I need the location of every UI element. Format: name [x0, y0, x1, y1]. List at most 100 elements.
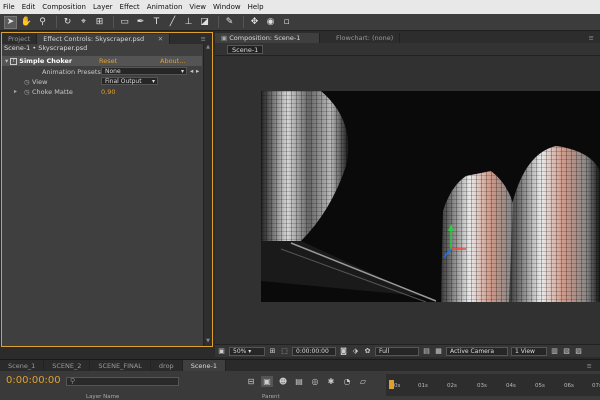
view-axis-icon[interactable]: ▫	[280, 16, 293, 29]
menu-window[interactable]: Window	[213, 3, 241, 11]
panel-tab-row: ▣ Composition: Scene-1 Flowchart: (none)…	[215, 32, 600, 43]
shy-layers-icon[interactable]: ☻	[277, 376, 289, 387]
menu-edit[interactable]: Edit	[22, 3, 36, 11]
selection-tool-icon[interactable]: ➤	[4, 15, 17, 29]
tab-project[interactable]: Project	[2, 34, 38, 44]
magnification-dropdown[interactable]: 50% ▾	[229, 346, 265, 356]
motion-blur-icon[interactable]: ◎	[309, 376, 321, 387]
stopwatch-icon[interactable]: ◷	[24, 88, 30, 96]
tab-drop[interactable]: drop	[151, 360, 183, 371]
disclosure-triangle-icon[interactable]: ▸	[14, 88, 17, 95]
snapshot-icon[interactable]: ◙	[339, 347, 348, 356]
time-ruler[interactable]: 0s 01s 02s 03s 04s 05s 06s 07s	[386, 374, 600, 396]
menu-composition[interactable]: Composition	[42, 3, 86, 11]
lock-icon[interactable]: ▣	[221, 34, 229, 42]
vertical-scrollbar[interactable]: ▲ ▼	[203, 44, 212, 346]
layer-name-column-header[interactable]: Layer Name	[86, 394, 119, 400]
flowchart-icon[interactable]: ▨	[574, 347, 583, 356]
menu-animation[interactable]: Animation	[147, 3, 183, 11]
panel-menu-icon[interactable]: ≡	[579, 360, 600, 371]
fast-previews-icon[interactable]: ▤	[422, 347, 431, 356]
pen-tool-icon[interactable]: ✒	[134, 16, 147, 29]
timeline-panel: 0:00:00:00 ⚲ ⊟ ▣ ☻ ▤ ◎ ✱ ◔ ▱ 0s 01s 02s …	[0, 371, 600, 400]
menu-help[interactable]: Help	[248, 3, 264, 11]
view-dropdown[interactable]: Final Output ▾	[101, 77, 158, 85]
timeline-current-time[interactable]: 0:00:00:00	[6, 375, 61, 386]
rectangle-tool-icon[interactable]: ▭	[118, 16, 131, 29]
preset-prev-icon[interactable]: ◂	[190, 67, 193, 75]
graph-editor-icon[interactable]: ◔	[341, 376, 353, 387]
fx-toggle-icon[interactable]: f	[10, 57, 18, 65]
parent-column-header[interactable]: Parent	[262, 394, 280, 400]
choke-matte-value[interactable]: 0,90	[101, 88, 115, 96]
current-time-field[interactable]: 0:00:00:00	[292, 346, 336, 356]
timeline-icon[interactable]: ▧	[562, 347, 571, 356]
clone-stamp-tool-icon[interactable]: ⊥	[182, 16, 195, 29]
animation-presets-dropdown[interactable]: None ▾	[101, 67, 187, 75]
eraser-tool-icon[interactable]: ◪	[198, 16, 211, 29]
camera-tool-icon[interactable]: ⌖	[77, 16, 90, 29]
zoom-value: 50%	[233, 347, 247, 355]
effect-controls-body: Scene-1 • Skyscraper.psd ▾ f Simple Chok…	[2, 44, 212, 346]
transparency-grid-icon[interactable]: ▦	[434, 347, 443, 356]
camera-dropdown[interactable]: Active Camera	[446, 346, 508, 356]
resolution-dropdown[interactable]: Full	[375, 346, 419, 356]
hand-tool-icon[interactable]: ✋	[20, 16, 33, 29]
scroll-up-icon[interactable]: ▲	[204, 44, 212, 52]
panel-tab-row: Project Effect Controls: Skyscraper.psd …	[2, 33, 212, 44]
axis-mode-icon[interactable]: ✥	[248, 16, 261, 29]
close-icon[interactable]: ✕	[158, 35, 163, 43]
safe-zones-icon[interactable]: ⊞	[268, 347, 277, 356]
disclosure-triangle-icon[interactable]: ▾	[5, 57, 8, 65]
stopwatch-icon[interactable]: ◷	[24, 78, 30, 86]
about-link[interactable]: About...	[160, 57, 185, 65]
preset-next-icon[interactable]: ▸	[196, 67, 199, 75]
tab-effect-controls[interactable]: Effect Controls: Skyscraper.psd ✕	[37, 34, 171, 44]
scroll-down-icon[interactable]: ▼	[204, 338, 212, 346]
region-of-interest-icon[interactable]: ⬚	[280, 347, 289, 356]
graph-icon[interactable]: ▱	[357, 376, 369, 387]
type-tool-icon[interactable]: T	[150, 16, 163, 29]
draft-3d-icon[interactable]: ▣	[261, 376, 273, 387]
tab-scene-1[interactable]: Scene-1	[182, 360, 226, 371]
composition-viewer[interactable]	[215, 56, 600, 346]
menu-effect[interactable]: Effect	[120, 3, 140, 11]
scene-1-subtab[interactable]: Scene-1	[227, 45, 264, 54]
panel-menu-icon[interactable]: ≡	[195, 34, 212, 44]
channel-icon[interactable]: ✿	[363, 347, 372, 356]
tab-flowchart[interactable]: Flowchart: (none)	[320, 33, 401, 43]
menu-view[interactable]: View	[189, 3, 206, 11]
frame-blending-icon[interactable]: ▤	[293, 376, 305, 387]
effect-name: Simple Choker	[19, 57, 73, 65]
show-snapshot-icon[interactable]: ⬗	[351, 347, 360, 356]
brush-tool-icon[interactable]: ╱	[166, 16, 179, 29]
tab-scene-1-lower[interactable]: Scene_1	[0, 360, 45, 371]
reset-link[interactable]: Reset	[99, 57, 117, 65]
always-preview-icon[interactable]: ▣	[217, 347, 226, 356]
menu-layer[interactable]: Layer	[93, 3, 113, 11]
timeline-tab-row: Scene_1 SCENE_2 SCENE_FINAL drop Scene-1…	[0, 359, 600, 371]
toggle-pixel-aspect-icon[interactable]: ▥	[550, 347, 559, 356]
rotate-tool-icon[interactable]: ↻	[61, 16, 74, 29]
menu-file[interactable]: File	[3, 3, 15, 11]
resolution-value: Full	[379, 347, 390, 355]
zoom-tool-icon[interactable]: ⚲	[36, 16, 49, 29]
live-update-icon[interactable]: ⊟	[245, 376, 257, 387]
ruler-label: 0s	[394, 383, 401, 389]
panel-menu-icon[interactable]: ≡	[583, 33, 600, 43]
tab-composition[interactable]: ▣ Composition: Scene-1	[215, 33, 320, 43]
chevron-down-icon: ▾	[151, 78, 155, 85]
tools-panel: ➤ ✋ ⚲ ↻ ⌖ ⊞ ▭ ✒ T ╱ ⊥ ◪ ✎ ✥ ◉ ▫	[0, 14, 600, 31]
roto-brush-tool-icon[interactable]: ✎	[223, 16, 236, 29]
world-axis-icon[interactable]: ◉	[264, 16, 277, 29]
pan-behind-tool-icon[interactable]: ⊞	[93, 16, 106, 29]
ruler-label: 01s	[418, 383, 428, 389]
tab-scene-final[interactable]: SCENE_FINAL	[90, 360, 151, 371]
tab-scene-2[interactable]: SCENE_2	[44, 360, 91, 371]
brainstorm-icon[interactable]: ✱	[325, 376, 337, 387]
view-layout-dropdown[interactable]: 1 View	[511, 346, 547, 356]
toolbar-divider	[218, 16, 219, 28]
animation-presets-label: Animation Presets:	[42, 68, 104, 76]
effect-controls-header: Scene-1 • Skyscraper.psd	[4, 44, 88, 52]
timeline-search-input[interactable]: ⚲	[66, 377, 179, 386]
